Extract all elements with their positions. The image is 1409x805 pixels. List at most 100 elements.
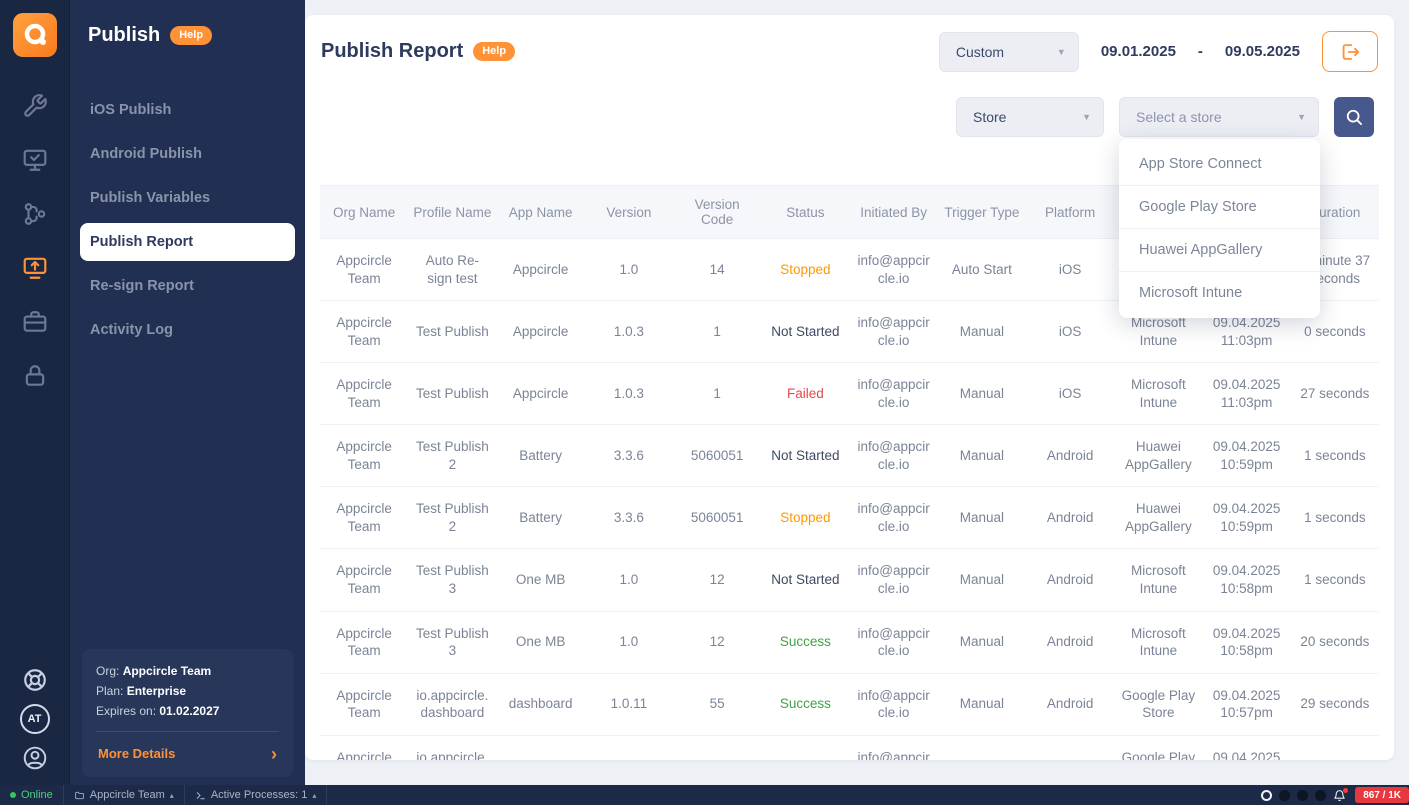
cell-trigger: Manual <box>937 300 1026 364</box>
cell-version: 1.0 <box>584 548 673 612</box>
usage-badge[interactable]: 867 / 1K <box>1355 787 1409 803</box>
sidebar-item-re-sign-report[interactable]: Re-sign Report <box>80 267 295 305</box>
table-row[interactable]: Appcircle Teamio.appcircle.dashboarddash… <box>320 735 1379 760</box>
header-controls: Custom ▼ 09.01.2025 - 09.05.2025 <box>938 31 1378 72</box>
sidebar-item-activity-log[interactable]: Activity Log <box>80 311 295 349</box>
cell-status: Stopped <box>761 486 850 550</box>
table-row[interactable]: Appcircle Teamio.appcircle.dashboarddash… <box>320 673 1379 736</box>
export-button[interactable] <box>1322 31 1378 72</box>
search-button[interactable] <box>1334 97 1374 137</box>
header-help-badge[interactable]: Help <box>473 42 516 61</box>
indicator-dot-icon[interactable] <box>1315 789 1327 801</box>
table-row[interactable]: Appcircle Team Test Publish 2 Battery 3.3.6… <box>320 424 1379 488</box>
active-processes[interactable]: Active Processes: 1 ▴ <box>185 785 328 805</box>
cell-trigger: Auto Start <box>937 238 1026 302</box>
cell-duration: 27 seconds <box>1290 362 1379 426</box>
range-select-value: Custom <box>955 43 1005 60</box>
store-icon[interactable] <box>22 309 48 335</box>
cell-org: Appcircle Team <box>320 300 409 364</box>
profile-icon[interactable] <box>22 745 48 771</box>
expires-value: 01.02.2027 <box>159 704 220 718</box>
online-dot-icon <box>10 792 16 798</box>
cell-org: Appcircle Team <box>320 548 409 612</box>
publish-icon[interactable] <box>22 255 48 281</box>
online-label: Online <box>21 789 53 801</box>
build-icon[interactable] <box>22 93 48 119</box>
cell-started: 09.04.2025 10:58pm <box>1202 611 1291 674</box>
indicator-dot-icon[interactable] <box>1297 789 1309 801</box>
cell-platform: Android <box>1026 611 1115 674</box>
store-select[interactable]: Select a store ▼ <box>1119 97 1319 137</box>
store-option[interactable]: Huawei AppGallery <box>1119 229 1320 272</box>
date-from[interactable]: 09.01.2025 <box>1101 43 1176 60</box>
org-value: Appcircle Team <box>122 664 212 678</box>
cell-profile: io.appcircle.dashboard <box>408 735 497 760</box>
cell-platform: Android <box>1026 548 1115 612</box>
cell-status: Stopped <box>761 238 850 302</box>
date-to[interactable]: 09.05.2025 <box>1225 43 1300 60</box>
filter-type-select[interactable]: Store ▼ <box>956 97 1104 137</box>
cell-status: Success <box>761 611 850 674</box>
cell-app: dashboard <box>496 735 585 760</box>
date-separator: - <box>1197 43 1203 60</box>
cell-code: 12 <box>673 611 762 674</box>
indicator-dot-icon[interactable] <box>1279 789 1291 801</box>
cell-store: Huawei AppGallery <box>1114 424 1203 488</box>
sidebar-item-ios-publish[interactable]: iOS Publish <box>80 91 295 129</box>
expand-icon: ▴ <box>312 790 317 800</box>
column-header: Initiated By <box>849 185 938 239</box>
date-range-select[interactable]: Custom ▼ <box>938 31 1079 72</box>
store-option[interactable]: Microsoft Intune <box>1119 272 1320 314</box>
cell-version: 3.3.6 <box>584 424 673 488</box>
cell-store: Google Play Store <box>1114 735 1203 760</box>
cell-status: Not Started <box>761 424 850 488</box>
cell-trigger: Manual <box>937 735 1026 760</box>
table-row[interactable]: Appcircle Team Test Publish 3 One MB 1.0 12 N… <box>320 548 1379 612</box>
sidebar-item-publish-report[interactable]: Publish Report <box>80 223 295 261</box>
help-globe-icon[interactable] <box>22 667 48 693</box>
indicator-ring-icon[interactable] <box>1261 789 1273 801</box>
more-details-link[interactable]: More Details › <box>96 732 279 777</box>
sidebar-title: Publish <box>88 24 161 46</box>
cell-duration: 29 seconds <box>1290 673 1379 736</box>
plan-value: Enterprise <box>126 684 187 698</box>
processes-icon <box>195 790 206 801</box>
testing-distribution-icon[interactable] <box>22 147 48 173</box>
publish-report-panel: Publish Report Help Custom ▼ 09.01.2025 … <box>305 15 1394 760</box>
cell-status: Success <box>761 673 850 736</box>
cell-code: 55 <box>673 673 762 736</box>
appcircle-logo[interactable] <box>12 13 57 57</box>
sidebar-menu: iOS Publish Android Publish Publish Variab… <box>70 85 305 355</box>
cell-app: Battery <box>496 486 585 550</box>
table-row[interactable]: Appcircle Team Test Publish 2 Battery 3.3.6… <box>320 486 1379 550</box>
column-header: App Name <box>496 185 585 239</box>
cell-started: 09.04.2025 10:57pm <box>1202 673 1291 736</box>
cell-initiated: info@appcircle.io <box>849 424 938 488</box>
table-row[interactable]: Appcircle Team Test Publish 3 One MB 1.0 12 S… <box>320 611 1379 674</box>
cell-initiated: info@appcircle.io <box>849 735 938 760</box>
status-text: Not Started <box>771 572 840 588</box>
security-lock-icon[interactable] <box>22 363 48 389</box>
sidebar-item-publish-variables[interactable]: Publish Variables <box>80 179 295 217</box>
cell-profile: Test Publish 2 <box>408 424 497 488</box>
store-option[interactable]: Google Play Store <box>1119 186 1320 229</box>
sidebar-item-android-publish[interactable]: Android Publish <box>80 135 295 173</box>
cell-store: Microsoft Intune <box>1114 362 1203 426</box>
cell-app: One MB <box>496 548 585 612</box>
team-switcher[interactable]: Appcircle Team ▴ <box>64 785 185 805</box>
team-label: Appcircle Team <box>89 789 165 801</box>
store-option[interactable]: App Store Connect <box>1119 143 1320 186</box>
notifications-bell[interactable] <box>1333 787 1349 802</box>
status-text: Success <box>779 696 831 712</box>
sidebar-help-badge[interactable]: Help <box>170 26 213 45</box>
filter-row: Store ▼ Select a store ▼ App Store Conne… <box>305 88 1394 318</box>
plan-line: Plan: Enterprise <box>96 681 279 701</box>
status-text: Not Started <box>771 448 840 464</box>
cell-store: Microsoft Intune <box>1114 548 1203 612</box>
status-bar: Online Appcircle Team ▴ Active Processes… <box>0 785 1409 805</box>
table-row[interactable]: Appcircle Team Test Publish Appcircle 1.0.3… <box>320 362 1379 426</box>
column-header: Platform <box>1026 185 1115 239</box>
flow-icon[interactable] <box>22 201 48 227</box>
cell-profile: Test Publish <box>408 362 497 426</box>
avatar[interactable]: AT <box>19 704 50 734</box>
